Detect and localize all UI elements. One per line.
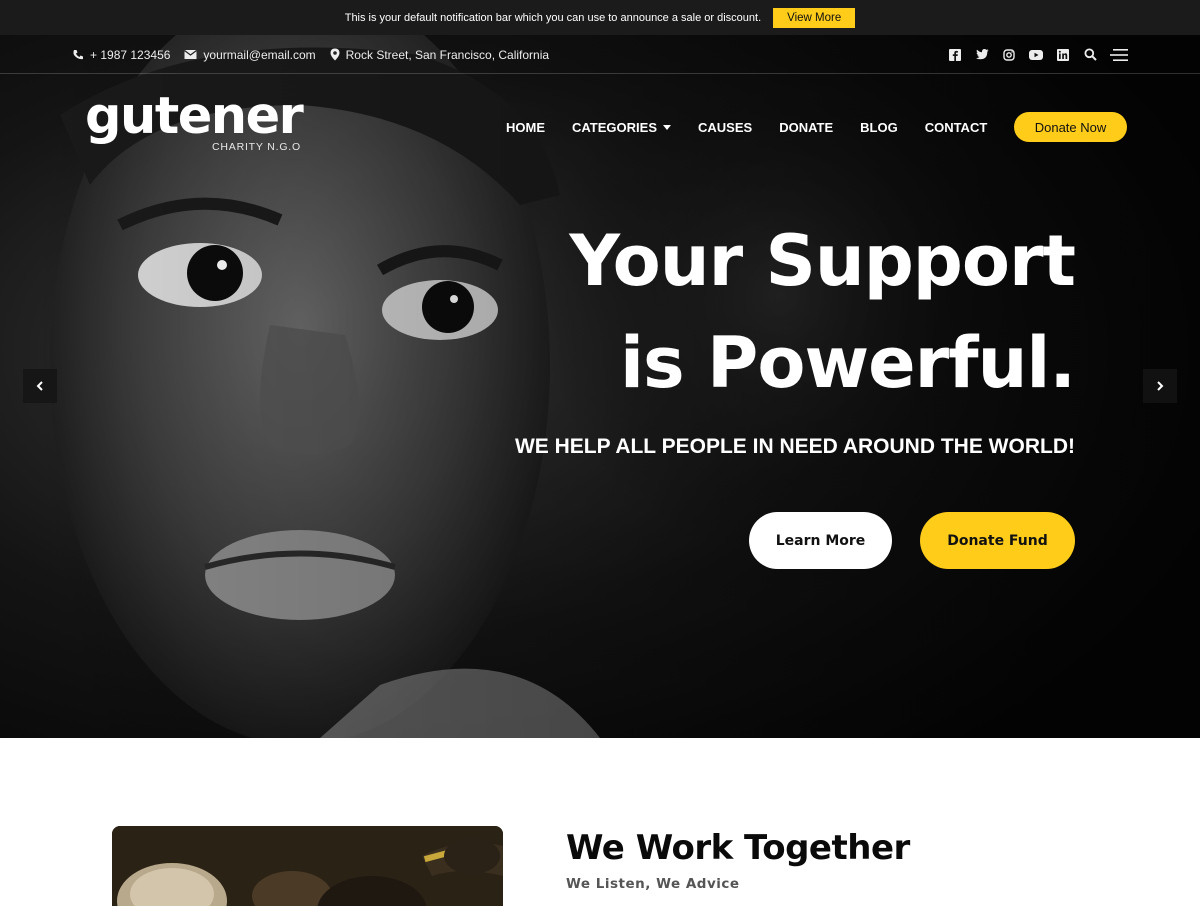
email-address: yourmail@email.com <box>203 47 316 62</box>
donate-now-button[interactable]: Donate Now <box>1014 112 1127 142</box>
nav-categories[interactable]: CATEGORIES <box>572 120 671 135</box>
hero-title: Your Support is Powerful. <box>475 210 1076 414</box>
nav-causes[interactable]: CAUSES <box>698 120 752 135</box>
phone-contact[interactable]: + 1987 123456 <box>72 48 170 62</box>
hero-subtitle: WE HELP ALL PEOPLE IN NEED AROUND THE WO… <box>514 435 1075 458</box>
site-logo[interactable]: gutener CHARITY N.G.O <box>85 87 315 161</box>
hero-title-line-1: Your Support <box>569 220 1076 302</box>
slider-prev-button[interactable] <box>23 369 57 403</box>
nav-blog[interactable]: BLOG <box>860 120 898 135</box>
search-icon[interactable] <box>1083 48 1097 62</box>
hero-title-line-2: is Powerful. <box>620 322 1076 404</box>
twitter-icon[interactable] <box>975 48 989 62</box>
logo-tagline: CHARITY N.G.O <box>212 141 301 153</box>
slider-next-button[interactable] <box>1143 369 1177 403</box>
notification-bar: This is your default notification bar wh… <box>0 0 1200 35</box>
instagram-icon[interactable] <box>1002 48 1016 62</box>
linkedin-icon[interactable] <box>1056 48 1070 62</box>
phone-icon <box>73 49 83 59</box>
donate-fund-button[interactable]: Donate Fund <box>920 512 1075 569</box>
email-contact[interactable]: yourmail@email.com <box>184 47 316 62</box>
hamburger-menu-icon[interactable] <box>1110 48 1128 62</box>
caret-down-icon <box>663 124 671 130</box>
contact-info-bar: + 1987 123456 yourmail@email.com Rock St… <box>0 35 1200 74</box>
section-subtitle: We Listen, We Advice <box>566 876 740 892</box>
logo-wordmark: gutener <box>85 87 304 146</box>
facebook-icon[interactable] <box>948 48 962 62</box>
youtube-icon[interactable] <box>1029 48 1043 62</box>
chevron-left-icon <box>36 381 43 391</box>
hero-section: + 1987 123456 yourmail@email.com Rock St… <box>0 35 1200 738</box>
section-photo <box>112 826 503 906</box>
chevron-right-icon <box>1157 381 1164 391</box>
nav-home[interactable]: HOME <box>506 120 545 135</box>
main-navigation: HOME CATEGORIES CAUSES DONATE BLOG CONTA… <box>506 112 1014 142</box>
phone-number: + 1987 123456 <box>90 47 171 62</box>
address-text: Rock Street, San Francisco, California <box>345 47 550 62</box>
nav-donate[interactable]: DONATE <box>779 120 833 135</box>
notification-text: This is your default notification bar wh… <box>344 11 762 24</box>
nav-contact[interactable]: CONTACT <box>925 120 988 135</box>
view-more-button[interactable]: View More <box>773 7 856 28</box>
nav-categories-label: CATEGORIES <box>572 119 657 135</box>
learn-more-button[interactable]: Learn More <box>749 512 892 569</box>
mail-icon <box>184 50 198 59</box>
section-title: We Work Together <box>566 828 910 868</box>
map-pin-icon <box>330 48 340 61</box>
address-contact: Rock Street, San Francisco, California <box>330 48 549 62</box>
